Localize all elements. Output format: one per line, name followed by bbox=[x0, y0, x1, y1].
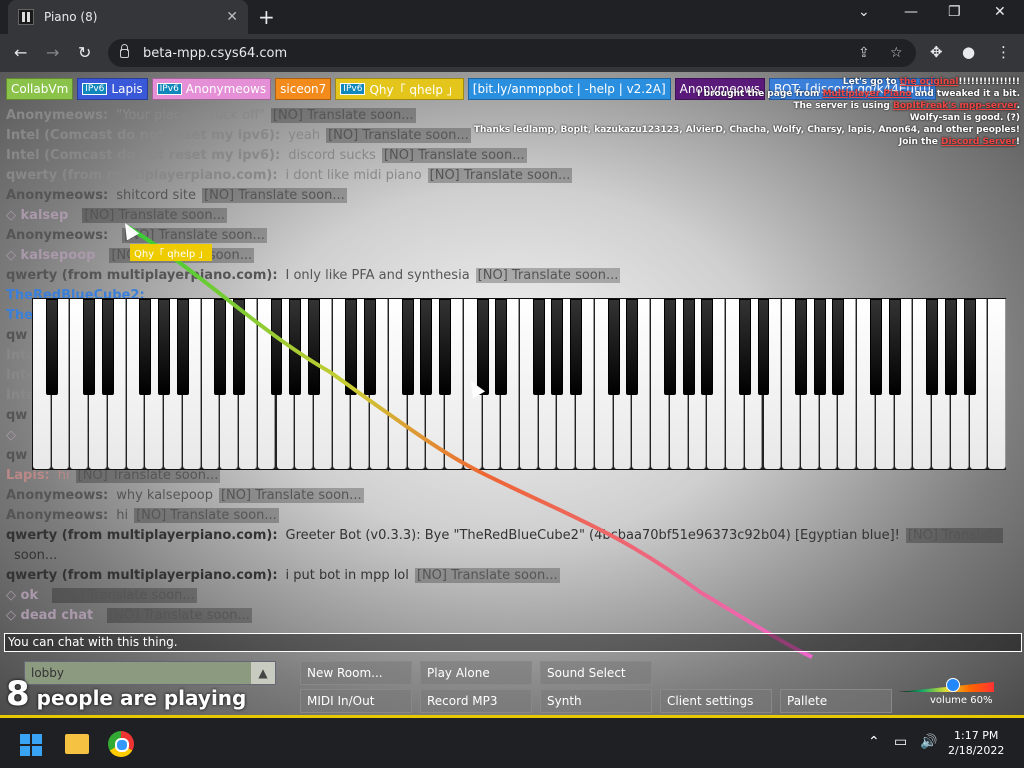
volume-knob[interactable] bbox=[945, 678, 960, 692]
omnibox[interactable]: beta-mpp.csys64.com ⇪ ☆ bbox=[108, 39, 916, 67]
windows-start-icon[interactable] bbox=[20, 734, 42, 756]
lock-icon[interactable] bbox=[120, 43, 129, 58]
piano-page: Anonymeows: "Your place to fuck off" [NO] … bbox=[0, 72, 1024, 718]
url-text[interactable]: beta-mpp.csys64.com bbox=[143, 46, 287, 61]
menu-kebab-icon[interactable]: ⋮ bbox=[996, 43, 1011, 61]
speaker-icon[interactable]: 🔊 bbox=[920, 734, 937, 750]
piano-favicon-icon bbox=[18, 9, 34, 25]
cursor-trail bbox=[126, 225, 813, 659]
player-count-text: people are playing bbox=[36, 686, 247, 710]
browser-tab[interactable]: Piano (8) ✕ bbox=[8, 0, 248, 34]
address-toolbar: ← → ↻ beta-mpp.csys64.com ⇪ ☆ ✥ ● ⋮ bbox=[0, 34, 1024, 72]
cursor-name-tag: Qhy「 qhelp 」 bbox=[130, 244, 213, 261]
reload-icon[interactable]: ↻ bbox=[78, 43, 91, 62]
player-count-number: 8 bbox=[6, 674, 30, 714]
volume-label: volume 60% bbox=[930, 695, 993, 706]
close-window-icon[interactable]: ✕ bbox=[994, 4, 1006, 20]
taskbar-clock[interactable]: 1:17 PM 2/18/2022 bbox=[948, 728, 1004, 758]
network-icon[interactable]: ▭ bbox=[894, 734, 907, 750]
new-tab-icon[interactable]: + bbox=[258, 5, 275, 29]
bookmark-star-icon[interactable]: ☆ bbox=[890, 45, 903, 61]
chat-input[interactable]: You can chat with this thing. bbox=[4, 633, 1022, 652]
forward-icon[interactable]: → bbox=[46, 43, 59, 62]
synth-button[interactable]: Synth bbox=[540, 689, 652, 713]
minimize-icon[interactable]: — bbox=[904, 4, 918, 20]
back-icon[interactable]: ← bbox=[14, 43, 27, 62]
tab-title: Piano (8) bbox=[44, 10, 98, 24]
close-tab-icon[interactable]: ✕ bbox=[226, 9, 238, 25]
midi-button[interactable]: MIDI In/Out bbox=[300, 689, 412, 713]
clock-time: 1:17 PM bbox=[954, 729, 999, 742]
tab-search-chevron-icon[interactable]: ⌄ bbox=[858, 4, 870, 20]
extensions-puzzle-icon[interactable]: ✥ bbox=[930, 43, 943, 61]
file-explorer-icon[interactable] bbox=[65, 734, 89, 754]
player-count: 8 people are playing bbox=[6, 674, 246, 714]
tray-chevron-icon[interactable]: ⌃ bbox=[868, 734, 880, 750]
share-icon[interactable]: ⇪ bbox=[858, 45, 870, 61]
volume-slider[interactable] bbox=[898, 678, 994, 694]
restore-icon[interactable]: ❐ bbox=[948, 4, 961, 20]
pallete-button[interactable]: Pallete bbox=[780, 689, 892, 713]
new-room-button[interactable]: New Room... bbox=[300, 661, 412, 685]
clock-date: 2/18/2022 bbox=[948, 744, 1005, 757]
record-mp3-button[interactable]: Record MP3 bbox=[420, 689, 532, 713]
chrome-icon[interactable] bbox=[108, 731, 134, 757]
browser-tab-bar: Piano (8) ✕ + ⌄ — ❐ ✕ bbox=[0, 0, 1024, 34]
play-alone-button[interactable]: Play Alone bbox=[420, 661, 532, 685]
profile-avatar-icon[interactable]: ● bbox=[962, 43, 975, 61]
room-dropdown-arrow-icon[interactable]: ▲ bbox=[251, 662, 275, 684]
client-settings-button[interactable]: Client settings bbox=[660, 689, 772, 713]
windows-taskbar: ⌃ ▭ 🔊 1:17 PM 2/18/2022 bbox=[0, 718, 1024, 768]
sound-select-button[interactable]: Sound Select bbox=[540, 661, 652, 685]
